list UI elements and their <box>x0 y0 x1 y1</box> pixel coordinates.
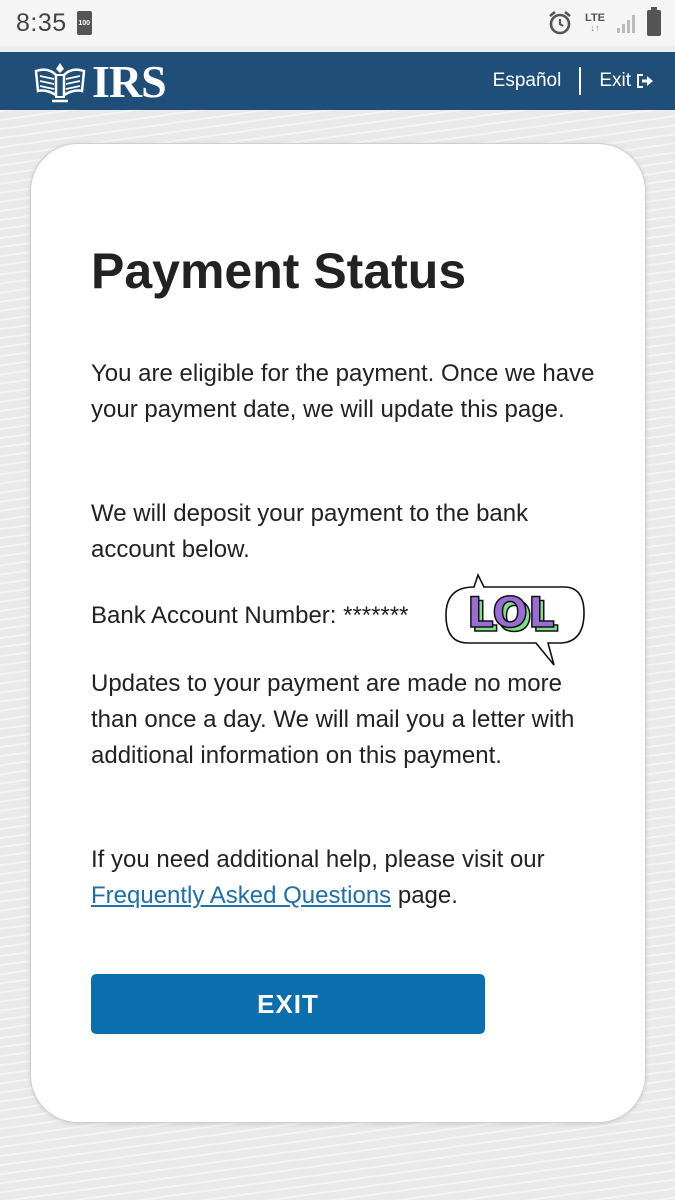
faq-link[interactable]: Frequently Asked Questions <box>91 882 391 909</box>
battery-icon <box>647 7 661 36</box>
deposit-text: We will deposit your payment to the bank… <box>91 500 529 563</box>
exit-button[interactable]: EXIT <box>91 974 485 1034</box>
espanol-link[interactable]: Español <box>493 70 562 92</box>
help-text-after: page. <box>391 882 458 909</box>
network-type-label: LTE <box>585 12 605 24</box>
alarm-icon <box>549 10 571 35</box>
lte-indicator: LTE ↓↑ <box>585 12 605 34</box>
status-bar: 8:35 100 LTE ↓↑ <box>0 0 675 46</box>
updates-text: Updates to your payment are made no more… <box>91 670 575 769</box>
nav-divider <box>579 67 582 95</box>
battery-saver-label: 100 <box>78 20 91 27</box>
clock: 8:35 <box>16 8 67 37</box>
exit-arrow-icon <box>637 74 653 88</box>
exit-link-label: Exit <box>599 70 631 91</box>
exit-link[interactable]: Exit <box>599 70 655 92</box>
signal-icon <box>617 13 635 33</box>
page-title: Payment Status <box>91 243 467 299</box>
eagle-emblem-icon <box>34 63 86 103</box>
help-text-before: If you need additional help, please visi… <box>91 846 545 873</box>
irs-logo-text: IRS <box>92 55 167 107</box>
irs-logo[interactable]: IRS <box>34 55 167 108</box>
eligibility-text: You are eligible for the payment. Once w… <box>91 360 595 423</box>
site-header: IRS Español Exit <box>0 52 675 110</box>
lol-sticker-text: LOL <box>467 588 555 637</box>
help-text: If you need additional help, please visi… <box>91 842 601 914</box>
lol-sticker: LOL LOL <box>445 573 585 666</box>
header-nav: Español Exit <box>493 67 655 95</box>
battery-saver-icon: 100 <box>76 11 92 35</box>
